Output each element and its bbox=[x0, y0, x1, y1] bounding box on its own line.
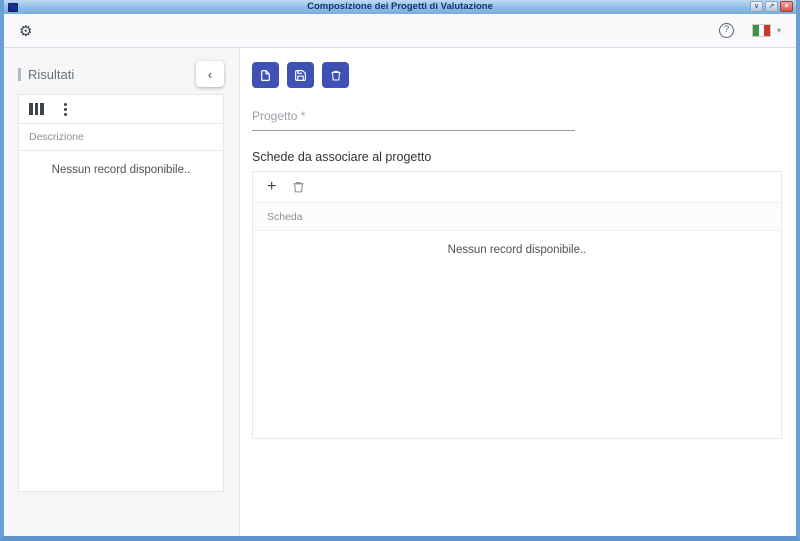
project-editor-panel: Progetto * Schede da associare al proget… bbox=[240, 48, 796, 536]
assoc-table: + Scheda Nessun record disponibile.. bbox=[252, 171, 782, 439]
assoc-table-toolbar: + bbox=[253, 172, 781, 203]
language-flag-icon[interactable] bbox=[751, 24, 771, 37]
results-table-toolbar bbox=[19, 95, 223, 124]
project-input[interactable]: Progetto * bbox=[252, 109, 575, 131]
language-dropdown-caret-icon[interactable]: ▾ bbox=[777, 26, 781, 35]
results-panel: Risultati ‹ Descrizione Nessun record di… bbox=[4, 48, 240, 536]
assoc-column-header[interactable]: Scheda bbox=[253, 203, 781, 231]
title-bar: Composizione dei Progetti di Valutazione… bbox=[4, 0, 796, 14]
save-record-button[interactable] bbox=[287, 62, 314, 88]
assoc-section-title: Schede da associare al progetto bbox=[252, 150, 432, 164]
assoc-empty-message: Nessun record disponibile.. bbox=[447, 244, 587, 256]
close-icon[interactable]: × bbox=[780, 1, 793, 12]
save-icon bbox=[294, 69, 307, 82]
window-title: Composizione dei Progetti di Valutazione bbox=[307, 1, 493, 12]
add-icon[interactable]: + bbox=[267, 179, 276, 195]
minimize-icon[interactable]: ∨ bbox=[750, 1, 763, 12]
delete-record-button[interactable] bbox=[322, 62, 349, 88]
results-empty-message: Nessun record disponibile.. bbox=[51, 164, 191, 176]
maximize-icon[interactable]: ↗ bbox=[765, 1, 778, 12]
window-controls: ∨ ↗ × bbox=[750, 1, 793, 12]
record-actions bbox=[252, 62, 782, 88]
app-toolbar: ⚙ ? ▾ bbox=[4, 14, 796, 48]
remove-trash-icon[interactable] bbox=[292, 180, 305, 194]
results-table: Descrizione Nessun record disponibile.. bbox=[18, 94, 224, 492]
results-panel-title: Risultati bbox=[28, 66, 75, 82]
results-panel-header: Risultati ‹ bbox=[18, 60, 224, 88]
trash-icon bbox=[330, 69, 342, 82]
settings-gear-icon[interactable]: ⚙ bbox=[19, 22, 32, 40]
app-window: Composizione dei Progetti di Valutazione… bbox=[0, 0, 800, 541]
columns-icon[interactable] bbox=[29, 103, 44, 115]
new-record-button[interactable] bbox=[252, 62, 279, 88]
kebab-menu-icon[interactable] bbox=[61, 102, 70, 117]
panel-title-marker bbox=[18, 67, 21, 81]
help-icon[interactable]: ? bbox=[718, 23, 734, 38]
results-column-header[interactable]: Descrizione bbox=[19, 124, 223, 151]
main-content: Risultati ‹ Descrizione Nessun record di… bbox=[4, 48, 796, 536]
file-icon bbox=[259, 69, 272, 82]
collapse-panel-button[interactable]: ‹ bbox=[196, 61, 224, 87]
